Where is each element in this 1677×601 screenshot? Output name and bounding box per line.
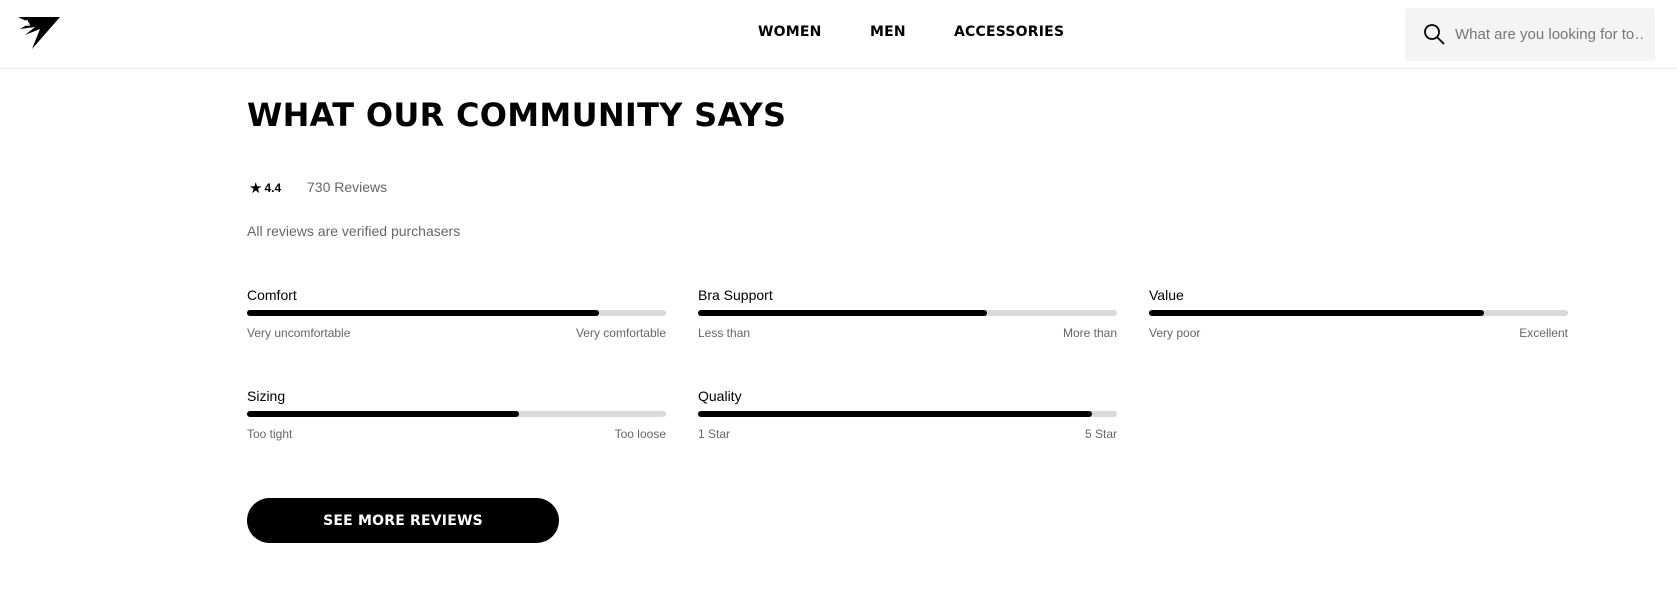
section-title: WHAT OUR COMMUNITY SAYS: [247, 96, 787, 134]
metric-fill: [247, 411, 520, 417]
scale-high-label: 5 Star: [1084, 427, 1117, 441]
rating-value: 4.4: [264, 181, 282, 195]
scale-low-label: Very poor: [1149, 326, 1201, 340]
metric-label: Sizing: [247, 388, 286, 404]
nav-item-men[interactable]: MEN: [870, 24, 906, 40]
scale-high-label: Very comfortable: [575, 326, 666, 340]
search-icon[interactable]: [1422, 22, 1446, 46]
metric-label: Value: [1149, 287, 1184, 303]
scale-low-label: Less than: [698, 326, 751, 340]
metric-fill: [1149, 310, 1485, 316]
average-rating: ★ 4.4: [249, 178, 281, 198]
metric-quality: Quality 1 Star 5 Star: [698, 388, 1117, 441]
metric-label: Comfort: [247, 287, 297, 303]
metric-fill: [247, 310, 599, 316]
verified-note: All reviews are verified purchasers: [247, 223, 461, 239]
metric-label: Bra Support: [698, 287, 773, 303]
nav-item-women[interactable]: WOMEN: [758, 24, 822, 40]
scale-high-label: Excellent: [1519, 326, 1568, 340]
scale-high-label: More than: [1062, 326, 1117, 340]
metric-track: [698, 310, 1117, 316]
metric-track: [1149, 310, 1568, 316]
metric-track: [247, 411, 666, 417]
see-more-reviews-button[interactable]: SEE MORE REVIEWS: [247, 498, 559, 543]
nav-item-accessories[interactable]: ACCESSORIES: [954, 24, 1064, 40]
top-navigation-bar: WOMEN MEN ACCESSORIES: [0, 0, 1677, 69]
scale-low-label: 1 Star: [698, 427, 731, 441]
scale-low-label: Too tight: [247, 427, 293, 441]
metric-track: [698, 411, 1117, 417]
metric-fill: [698, 411, 1092, 417]
metric-sizing: Sizing Too tight Too loose: [247, 388, 666, 441]
scale-low-label: Very uncomfortable: [247, 326, 351, 340]
metric-bra-support: Bra Support Less than More than: [698, 287, 1117, 340]
star-icon: ★: [249, 179, 263, 197]
scale-high-label: Too loose: [614, 427, 666, 441]
metric-comfort: Comfort Very uncomfortable Very comforta…: [247, 287, 666, 340]
search-input[interactable]: [1455, 8, 1645, 61]
metric-fill: [698, 310, 988, 316]
metric-track: [247, 310, 666, 316]
review-count: 730 Reviews: [307, 179, 388, 195]
metric-value: Value Very poor Excellent: [1149, 287, 1568, 340]
metric-label: Quality: [698, 388, 742, 404]
search-box[interactable]: [1405, 8, 1655, 61]
